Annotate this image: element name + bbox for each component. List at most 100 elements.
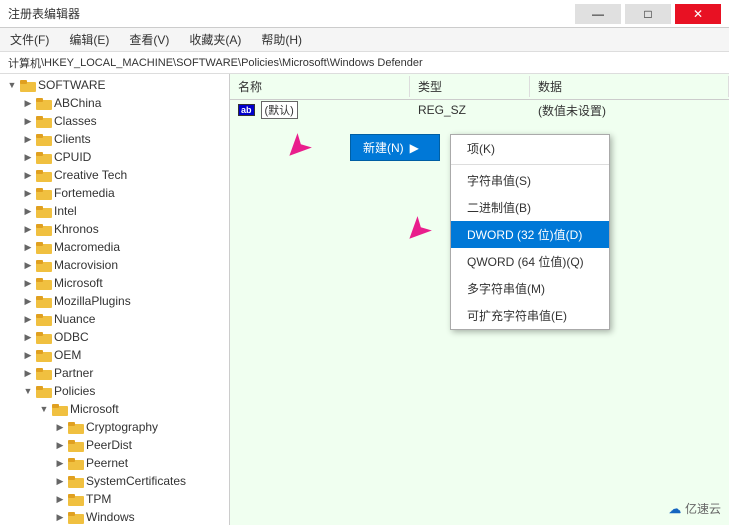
- expand-icon[interactable]: ▶: [20, 347, 36, 363]
- tree-label: Policies: [54, 384, 95, 398]
- expand-icon[interactable]: ▶: [52, 419, 68, 435]
- tree-item-nuance[interactable]: ▶ Nuance: [0, 310, 229, 328]
- menu-bar: 文件(F) 编辑(E) 查看(V) 收藏夹(A) 帮助(H): [0, 28, 729, 52]
- menu-help[interactable]: 帮助(H): [255, 29, 308, 50]
- expand-icon[interactable]: ▶: [20, 203, 36, 219]
- window-controls[interactable]: — □ ✕: [575, 4, 721, 24]
- tree-label: Fortemedia: [54, 186, 115, 200]
- new-menu-label: 新建(N): [363, 139, 404, 156]
- tree-item-systemcertificates[interactable]: ▶ SystemCertificates: [0, 472, 229, 490]
- expand-icon[interactable]: ▶: [52, 491, 68, 507]
- expand-icon[interactable]: ▶: [20, 257, 36, 273]
- tree-label: Microsoft: [70, 402, 119, 416]
- menu-view[interactable]: 查看(V): [123, 29, 175, 50]
- folder-open-icon: [52, 402, 68, 416]
- menu-favorites[interactable]: 收藏夹(A): [183, 29, 247, 50]
- submenu-item-3[interactable]: 二进制值(B): [451, 194, 609, 221]
- tree-item-microsoft[interactable]: ▶ Microsoft: [0, 274, 229, 292]
- submenu-label: 二进制值(B): [467, 201, 531, 215]
- tree-item-tpm[interactable]: ▶ TPM: [0, 490, 229, 508]
- expand-icon[interactable]: ▶: [20, 221, 36, 237]
- tree-item-macromedia[interactable]: ▶ Macromedia: [0, 238, 229, 256]
- expand-icon[interactable]: ▼: [4, 77, 20, 93]
- folder-icon: [36, 168, 52, 182]
- tree-item-oem[interactable]: ▶ OEM: [0, 346, 229, 364]
- expand-icon[interactable]: ▶: [20, 365, 36, 381]
- expand-icon[interactable]: ▶: [52, 473, 68, 489]
- expand-icon[interactable]: ▶: [20, 149, 36, 165]
- expand-icon[interactable]: ▶: [20, 113, 36, 129]
- tree-item-peernet[interactable]: ▶ Peernet: [0, 454, 229, 472]
- col-header-type: 类型: [410, 76, 530, 97]
- folder-icon: [36, 348, 52, 362]
- folder-icon: [36, 186, 52, 200]
- minimize-button[interactable]: —: [575, 4, 621, 24]
- title-bar: 注册表编辑器 — □ ✕: [0, 0, 729, 28]
- menu-file[interactable]: 文件(F): [4, 29, 55, 50]
- tree-label: Classes: [54, 114, 97, 128]
- expand-icon[interactable]: ▶: [20, 185, 36, 201]
- tree-label: Creative Tech: [54, 168, 127, 182]
- folder-icon: [36, 96, 52, 110]
- tree-item-cryptography[interactable]: ▶ Cryptography: [0, 418, 229, 436]
- expand-icon[interactable]: ▶: [20, 239, 36, 255]
- table-row[interactable]: ab (默认) REG_SZ (数值未设置): [230, 100, 729, 120]
- folder-icon: [36, 276, 52, 290]
- submenu-item-0[interactable]: 项(K): [451, 135, 609, 162]
- new-menu-container: 新建(N) ▶ 项(K) 字符串值(S) 二进制值(B): [350, 134, 440, 161]
- folder-icon: [68, 456, 84, 470]
- tree-item-partner[interactable]: ▶ Partner: [0, 364, 229, 382]
- expand-icon[interactable]: ▶: [20, 311, 36, 327]
- watermark: ☁ 亿速云: [669, 500, 721, 517]
- expand-icon[interactable]: ▶: [20, 329, 36, 345]
- expand-icon[interactable]: ▶: [20, 95, 36, 111]
- submenu-item-7[interactable]: 可扩充字符串值(E): [451, 302, 609, 329]
- tree-label: Macromedia: [54, 240, 120, 254]
- tree-item-mozillaplugins[interactable]: ▶ MozillaPlugins: [0, 292, 229, 310]
- tree-item-fortemedia[interactable]: ▶ Fortemedia: [0, 184, 229, 202]
- close-button[interactable]: ✕: [675, 4, 721, 24]
- maximize-button[interactable]: □: [625, 4, 671, 24]
- tree-item-cpuid[interactable]: ▶ CPUID: [0, 148, 229, 166]
- tree-item-policies[interactable]: ▼ Policies: [0, 382, 229, 400]
- tree-item-classes[interactable]: ▶ Classes: [0, 112, 229, 130]
- expand-icon[interactable]: ▶: [20, 131, 36, 147]
- tree-label: Windows: [86, 510, 135, 524]
- folder-icon: [68, 474, 84, 488]
- submenu-item-4[interactable]: DWORD (32 位)值(D): [451, 221, 609, 248]
- expand-icon[interactable]: ▼: [36, 401, 52, 417]
- menu-edit[interactable]: 编辑(E): [63, 29, 115, 50]
- submenu-item-2[interactable]: 字符串值(S): [451, 167, 609, 194]
- expand-icon[interactable]: ▶: [52, 509, 68, 525]
- expand-icon[interactable]: ▶: [52, 437, 68, 453]
- submenu-item-6[interactable]: 多字符串值(M): [451, 275, 609, 302]
- tree-item-odbc[interactable]: ▶ ODBC: [0, 328, 229, 346]
- folder-icon: [36, 132, 52, 146]
- tree-item-software[interactable]: ▼ SOFTWARE: [0, 76, 229, 94]
- submenu-label: 可扩充字符串值(E): [467, 309, 567, 323]
- tree-label: Intel: [54, 204, 77, 218]
- expand-icon[interactable]: ▶: [52, 455, 68, 471]
- tree-item-khronos[interactable]: ▶ Khronos: [0, 220, 229, 238]
- folder-icon: [36, 204, 52, 218]
- tree-item-intel[interactable]: ▶ Intel: [0, 202, 229, 220]
- expand-icon[interactable]: ▼: [20, 383, 36, 399]
- tree-item-policies-microsoft[interactable]: ▼ Microsoft: [0, 400, 229, 418]
- watermark-icon: ☁: [669, 502, 681, 516]
- tree-item-creative-tech[interactable]: ▶ Creative Tech: [0, 166, 229, 184]
- submenu-arrow-icon: ▶: [410, 141, 419, 155]
- tree-label: OEM: [54, 348, 81, 362]
- expand-icon[interactable]: ▶: [20, 167, 36, 183]
- new-menu-button[interactable]: 新建(N) ▶: [350, 134, 440, 161]
- tree-panel[interactable]: ▼ SOFTWARE ▶ ABChina ▶ Classes ▶: [0, 74, 230, 525]
- tree-item-windows[interactable]: ▶ Windows: [0, 508, 229, 525]
- tree-label: SOFTWARE: [38, 78, 106, 92]
- address-bar: 计算机 \HKEY_LOCAL_MACHINE\SOFTWARE\Policie…: [0, 52, 729, 74]
- expand-icon[interactable]: ▶: [20, 275, 36, 291]
- tree-item-macrovision[interactable]: ▶ Macrovision: [0, 256, 229, 274]
- submenu-item-5[interactable]: QWORD (64 位值)(Q): [451, 248, 609, 275]
- expand-icon[interactable]: ▶: [20, 293, 36, 309]
- tree-item-clients[interactable]: ▶ Clients: [0, 130, 229, 148]
- tree-item-abchina[interactable]: ▶ ABChina: [0, 94, 229, 112]
- tree-item-peerdist[interactable]: ▶ PeerDist: [0, 436, 229, 454]
